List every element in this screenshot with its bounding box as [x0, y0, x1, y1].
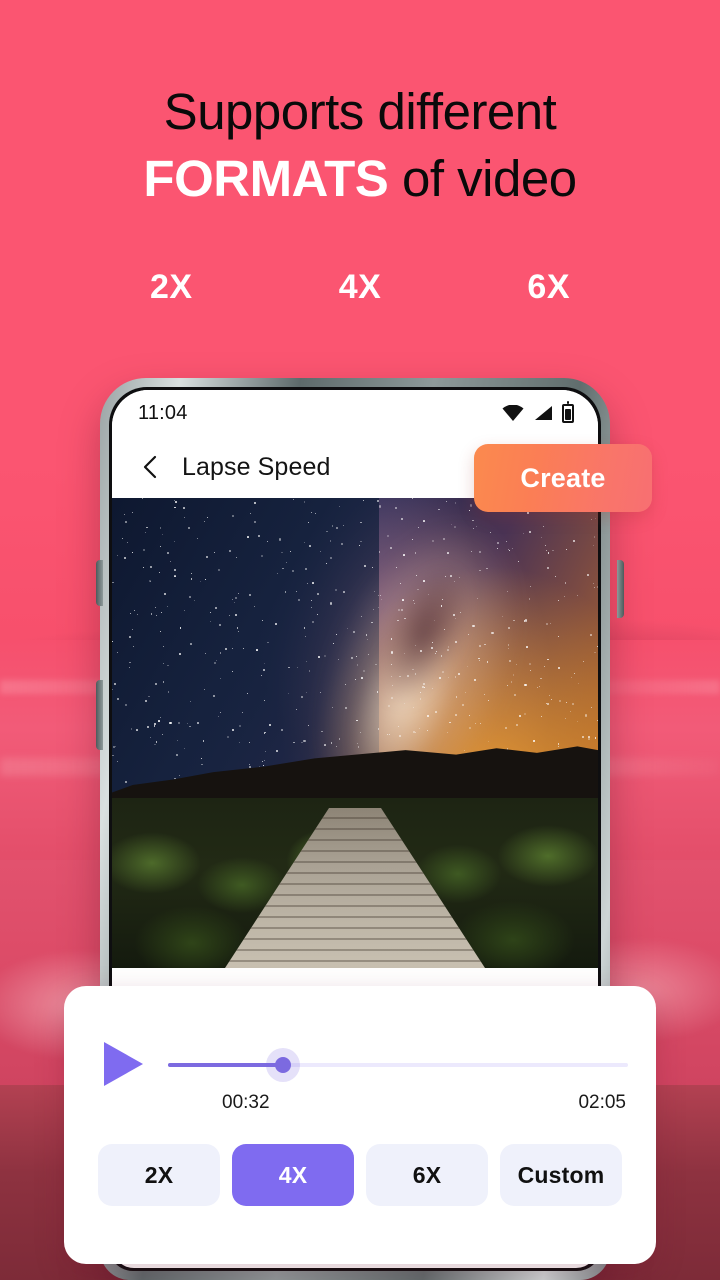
playback-control-card: 00:32 02:05 2X 4X 6X Custom [64, 986, 656, 1264]
phone-side-button-upper [96, 560, 103, 606]
status-time: 11:04 [138, 401, 188, 424]
headline-line-2: FORMATS of video [0, 153, 720, 204]
status-icons [502, 400, 574, 423]
speed-options-row: 2X 4X 6X Custom [98, 1144, 622, 1206]
headline-formats-word: FORMATS [143, 150, 389, 207]
speed-label-2x: 2X [150, 268, 193, 306]
time-row: 00:32 02:05 [222, 1092, 626, 1114]
slider-thumb[interactable] [275, 1057, 291, 1073]
headline-of-video: of video [388, 150, 577, 207]
phone-side-button-lower [96, 680, 103, 750]
create-button[interactable]: Create [474, 444, 652, 512]
video-preview[interactable] [112, 498, 598, 968]
speed-option-2x[interactable]: 2X [98, 1144, 220, 1206]
speed-option-4x[interactable]: 4X [232, 1144, 354, 1206]
speed-option-6x[interactable]: 6X [366, 1144, 488, 1206]
speed-label-6x: 6X [527, 268, 570, 306]
wifi-icon [502, 405, 524, 421]
current-time: 00:32 [222, 1092, 270, 1113]
headline: Supports different FORMATS of video [0, 86, 720, 204]
play-icon[interactable] [100, 1040, 146, 1088]
battery-icon [562, 400, 574, 423]
total-time: 02:05 [578, 1092, 626, 1113]
back-chevron-icon[interactable] [138, 454, 164, 480]
speed-labels-row: 2X 4X 6X [150, 268, 570, 307]
headline-line-1: Supports different [163, 83, 557, 140]
progress-slider[interactable] [168, 1040, 628, 1088]
speed-option-custom[interactable]: Custom [500, 1144, 622, 1206]
page-title: Lapse Speed [182, 452, 331, 481]
speed-label-4x: 4X [338, 268, 382, 306]
player-row [64, 1034, 656, 1094]
signal-icon [535, 406, 552, 420]
phone-side-button-right [617, 560, 624, 618]
status-bar: 11:04 [112, 390, 598, 436]
